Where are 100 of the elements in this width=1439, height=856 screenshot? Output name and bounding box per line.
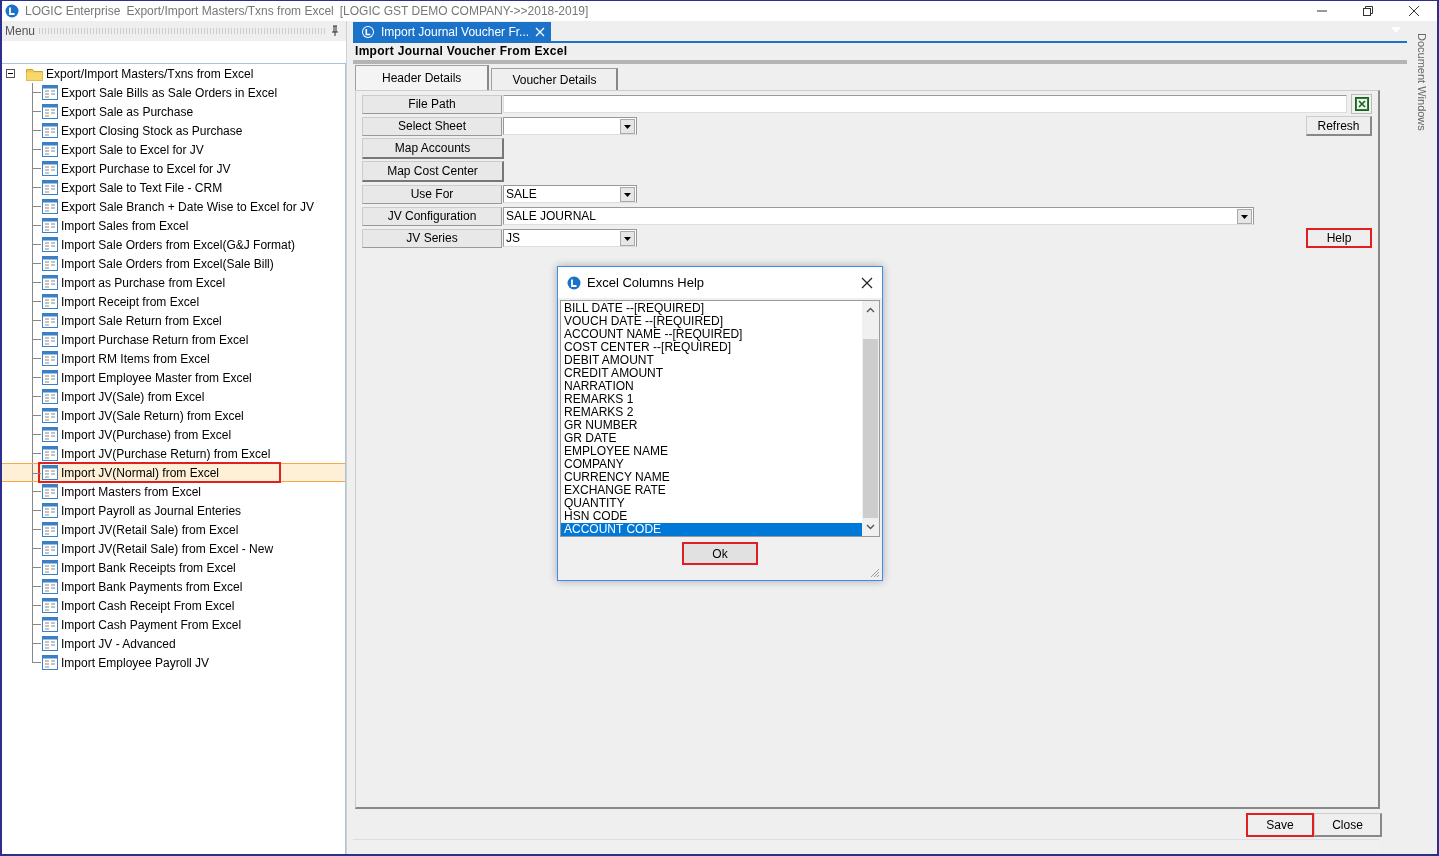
form-icon [42, 446, 58, 461]
list-item[interactable]: GR DATE [561, 432, 862, 445]
tree-item[interactable]: Export Closing Stock as Purchase [38, 120, 249, 141]
window-title: Export/Import Masters/Txns from Excel [126, 4, 334, 18]
tree-item[interactable]: Import JV(Purchase) from Excel [38, 424, 238, 445]
list-item[interactable]: CURRENCY NAME [561, 471, 862, 484]
tree-item[interactable]: Import Sale Return from Excel [38, 310, 228, 331]
tree-item[interactable]: Import JV(Retail Sale) from Excel - New [38, 538, 280, 559]
scroll-up-icon [866, 307, 875, 313]
field-label: JV Series [362, 228, 502, 248]
tree-item[interactable]: Import Bank Payments from Excel [38, 576, 249, 597]
tree-item[interactable]: Import as Purchase from Excel [38, 272, 232, 293]
form-icon [42, 104, 58, 119]
form-icon [42, 256, 58, 271]
tree-item[interactable]: Export Sale as Purchase [38, 101, 200, 122]
logo-icon [361, 24, 375, 39]
list-item[interactable]: GR NUMBER [561, 419, 862, 432]
tree-item[interactable]: Export Sale Bills as Sale Orders in Excel [38, 82, 284, 103]
form-icon [42, 636, 58, 651]
tree-item[interactable]: Import JV(Normal) from Excel [38, 462, 282, 483]
tree-item[interactable]: Import JV - Advanced [38, 633, 182, 654]
tree-item[interactable]: Export Purchase to Excel for JV [38, 158, 237, 179]
list-item[interactable]: NARRATION [561, 380, 862, 393]
tree-item[interactable]: Export Sale Branch + Date Wise to Excel for JV [38, 196, 321, 217]
document-tab[interactable]: Import Journal Voucher Fr... [353, 22, 552, 41]
list-item[interactable]: CREDIT AMOUNT [561, 367, 862, 380]
tree-item[interactable]: Import Cash Payment From Excel [38, 614, 248, 635]
ok-button[interactable]: Ok [682, 542, 758, 565]
tree-item[interactable]: Import Payroll as Journal Enteries [38, 500, 248, 521]
list-item[interactable]: VOUCH DATE --[REQUIRED] [561, 315, 862, 328]
tab[interactable]: Voucher Details [491, 68, 619, 90]
footer-button[interactable]: Close [1314, 813, 1382, 837]
tree-item[interactable]: Import Masters from Excel [38, 481, 208, 502]
side-panel-label[interactable]: Document Windows [1416, 33, 1428, 131]
file-path-field[interactable] [503, 95, 1347, 113]
form-icon [42, 85, 58, 100]
form-icon [42, 275, 58, 290]
field-label: File Path [362, 94, 502, 114]
footer-button[interactable]: Save [1246, 813, 1314, 837]
list-item[interactable]: BILL DATE --[REQUIRED] [561, 302, 862, 315]
scrollbar[interactable] [862, 301, 879, 536]
form-icon [42, 579, 58, 594]
list-item[interactable]: EXCHANGE RATE [561, 484, 862, 497]
form-icon [42, 465, 58, 480]
list-item[interactable]: EMPLOYEE NAME [561, 445, 862, 458]
tree-item[interactable]: Import Bank Receipts from Excel [38, 557, 242, 578]
map-button[interactable]: Map Accounts [362, 138, 504, 159]
tree-item[interactable]: Import JV(Purchase Return) from Excel [38, 443, 277, 464]
tree-item[interactable]: Import JV(Sale) from Excel [38, 386, 211, 407]
form-icon [42, 522, 58, 537]
excel-button[interactable] [1351, 94, 1372, 114]
action-button[interactable]: Refresh [1306, 116, 1372, 136]
list-item[interactable]: COMPANY [561, 458, 862, 471]
form-icon [42, 180, 58, 195]
form-icon [42, 503, 58, 518]
tree-item[interactable]: Import Employee Payroll JV [38, 652, 216, 673]
scroll-down-icon [866, 524, 875, 530]
form-icon [42, 389, 58, 404]
action-button[interactable]: Help [1306, 228, 1372, 248]
tab[interactable]: Header Details [355, 65, 490, 90]
list-item[interactable]: REMARKS 1 [561, 393, 862, 406]
dialog-title: Excel Columns Help [587, 275, 705, 290]
form-icon [42, 617, 58, 632]
tree-item[interactable]: Import Cash Receipt From Excel [38, 595, 241, 616]
list-item[interactable]: DEBIT AMOUNT [561, 354, 862, 367]
tree-item[interactable]: Export Sale to Excel for JV [38, 139, 210, 160]
tree-item[interactable]: Import Sale Orders from Excel(Sale Bill) [38, 253, 280, 274]
tree-item[interactable]: Import RM Items from Excel [38, 348, 216, 369]
tree-item[interactable]: Export/Import Masters/Txns from Excel [46, 66, 254, 81]
form-icon [42, 541, 58, 556]
list-item[interactable]: HSN CODE [561, 510, 862, 523]
form-icon [42, 218, 58, 233]
dropdown[interactable]: SALE JOURNAL [503, 207, 1254, 225]
dropdown[interactable] [503, 117, 637, 135]
form-icon [42, 598, 58, 613]
pin-icon [330, 25, 340, 37]
map-button[interactable]: Map Cost Center [362, 161, 504, 182]
close-icon [1408, 5, 1420, 17]
tree-item[interactable]: Import JV(Sale Return) from Excel [38, 405, 250, 426]
list-item[interactable]: QUANTITY [561, 497, 862, 510]
tree-item[interactable]: Export Sale to Text File - CRM [38, 177, 229, 198]
tree-item[interactable]: Import JV(Retail Sale) from Excel [38, 519, 245, 540]
field-label: Use For [362, 184, 502, 204]
tree-item[interactable]: Import Purchase Return from Excel [38, 329, 255, 350]
list-item[interactable]: ACCOUNT CODE [561, 523, 862, 536]
form-icon [42, 313, 58, 328]
form-icon [42, 484, 58, 499]
app-name: LOGIC Enterprise [25, 4, 121, 18]
dropdown[interactable]: SALE [503, 185, 637, 203]
folder-icon [26, 66, 43, 81]
tree-item[interactable]: Import Sale Orders from Excel(G&J Format) [38, 234, 302, 255]
form-icon [42, 294, 58, 309]
form-icon [42, 142, 58, 157]
tree-item[interactable]: Import Receipt from Excel [38, 291, 206, 312]
tree-item[interactable]: Import Sales from Excel [38, 215, 195, 236]
list-item[interactable]: ACCOUNT NAME --[REQUIRED] [561, 328, 862, 341]
list-item[interactable]: COST CENTER --[REQUIRED] [561, 341, 862, 354]
list-item[interactable]: REMARKS 2 [561, 406, 862, 419]
tree-item[interactable]: Import Employee Master from Excel [38, 367, 258, 388]
dropdown[interactable]: JS [503, 229, 637, 247]
